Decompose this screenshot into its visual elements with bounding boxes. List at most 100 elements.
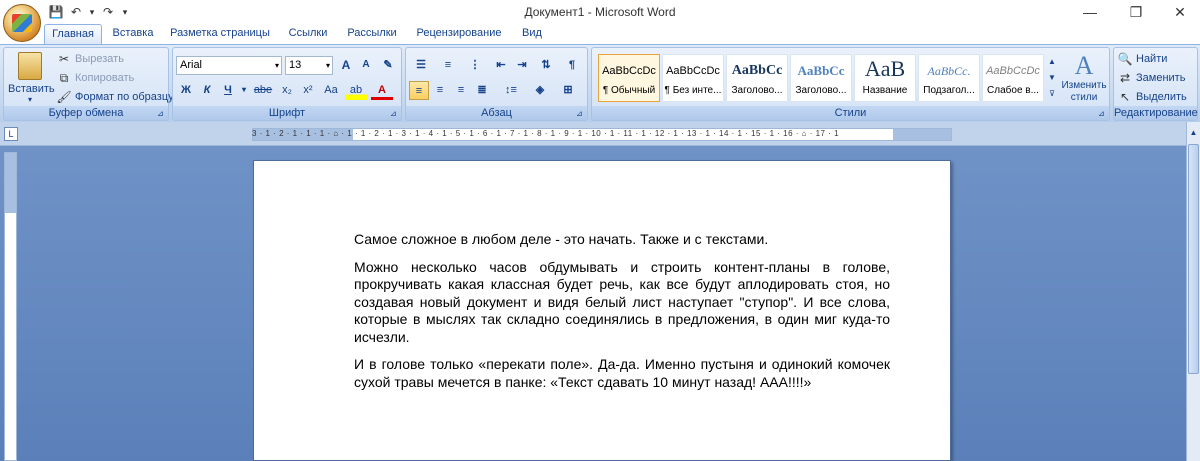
editing-group-label: Редактирование: [1114, 106, 1198, 120]
tab-view[interactable]: Вид: [514, 24, 550, 44]
underline-dropdown-icon[interactable]: ▾: [239, 81, 249, 100]
vertical-scrollbar[interactable]: ▲: [1186, 122, 1200, 461]
tab-references[interactable]: Ссылки: [280, 24, 336, 44]
highlight-button[interactable]: ab: [345, 81, 367, 100]
style-title[interactable]: AaB Название: [854, 54, 916, 102]
font-size-box[interactable]: 13 ▾: [285, 56, 333, 75]
document-page[interactable]: Самое сложное в любом деле - это начать.…: [253, 160, 951, 461]
replace-icon: ⇄: [1119, 71, 1131, 85]
gallery-scroll[interactable]: ▲ ▼ ⊽: [1046, 54, 1058, 102]
shrink-font-button[interactable]: A: [356, 56, 376, 75]
increase-indent-icon[interactable]: ⇥: [512, 56, 532, 75]
close-button[interactable]: ✕: [1166, 2, 1194, 22]
align-left-icon[interactable]: ≡: [409, 81, 429, 100]
style-name: ¶ Без инте...: [664, 85, 722, 96]
style-name: ¶ Обычный: [602, 85, 656, 96]
style-sample: AaB: [864, 56, 906, 81]
clipboard-group-label: Буфер обмена: [4, 106, 168, 120]
style-name: Заголово...: [795, 85, 847, 96]
paragraph-launcher-icon[interactable]: ⊿: [576, 109, 585, 118]
borders-icon[interactable]: ⊞: [556, 81, 580, 100]
minimize-button[interactable]: —: [1076, 2, 1104, 22]
scroll-up-icon[interactable]: ▲: [1188, 126, 1199, 140]
title-bar: 💾 ↶ ▾ ↷ ▾ Документ1 - Microsoft Word — ❐…: [0, 0, 1200, 24]
format-painter-button[interactable]: 🖌 Формат по образцу: [56, 88, 174, 106]
tab-page-layout[interactable]: Разметка страницы: [164, 24, 276, 44]
align-right-icon[interactable]: ≡: [451, 81, 471, 100]
ruler-numbers: 3 · 1 · 2 · 1 · 1 · 1 · ⌂ · 1 · 1 · 2 · …: [252, 129, 840, 138]
change-case-button[interactable]: Aa: [319, 81, 343, 100]
style-name: Подзагол...: [923, 85, 975, 96]
style-name: Название: [862, 85, 908, 96]
style-sample: AaBbCcDc: [986, 65, 1040, 77]
change-styles-label: Изменить стили: [1061, 80, 1107, 103]
numbering-icon[interactable]: ≡: [436, 56, 460, 75]
select-button[interactable]: ↖ Выделить: [1117, 88, 1187, 106]
style-no-spacing[interactable]: AaBbCcDc ¶ Без инте...: [662, 54, 724, 102]
tab-insert[interactable]: Вставка: [104, 24, 162, 44]
multilevel-list-icon[interactable]: ⋮: [463, 56, 487, 75]
cut-button[interactable]: ✂ Вырезать: [56, 50, 124, 68]
grow-font-button[interactable]: A: [336, 56, 356, 75]
styles-group: AaBbCcDc ¶ Обычный AaBbCcDc ¶ Без инте... …: [591, 47, 1110, 121]
paste-dropdown-icon: ▾: [27, 95, 32, 104]
paragraph-2[interactable]: Можно несколько часов обдумывать и строи…: [354, 259, 890, 347]
font-launcher-icon[interactable]: ⊿: [390, 109, 399, 118]
paragraph-1[interactable]: Самое сложное в любом деле - это начать.…: [354, 231, 890, 249]
font-name-box[interactable]: Arial ▾: [176, 56, 282, 75]
font-group-label: Шрифт: [173, 106, 401, 120]
subscript-button[interactable]: x₂: [277, 81, 297, 100]
justify-icon[interactable]: ≣: [472, 81, 492, 100]
office-button[interactable]: [3, 4, 41, 42]
style-name: Заголово...: [731, 85, 783, 96]
clipboard-group: Вставить ▾ ✂ Вырезать ⧉ Копировать 🖌 Формат…: [3, 47, 174, 121]
scroll-thumb[interactable]: [1188, 144, 1199, 374]
style-normal[interactable]: AaBbCcDc ¶ Обычный: [598, 54, 660, 102]
find-button[interactable]: 🔍 Найти: [1117, 50, 1168, 68]
font-color-button[interactable]: A: [371, 81, 393, 100]
maximize-button[interactable]: ❐: [1122, 2, 1150, 22]
copy-label: Копировать: [75, 72, 135, 84]
style-sample: AaBbCcDc: [602, 65, 656, 77]
window-title: Документ1 - Microsoft Word: [524, 5, 676, 19]
style-subtitle[interactable]: AaBbCc. Подзагол...: [918, 54, 980, 102]
tab-mailings[interactable]: Рассылки: [340, 24, 404, 44]
shading-icon[interactable]: ◈: [528, 81, 552, 100]
tab-selector-button[interactable]: L: [4, 127, 18, 141]
strikethrough-button[interactable]: abe: [251, 81, 275, 100]
vertical-ruler[interactable]: [4, 152, 17, 461]
paste-button[interactable]: Вставить ▾: [8, 50, 55, 106]
clear-format-icon[interactable]: ✎: [378, 56, 398, 75]
decrease-indent-icon[interactable]: ⇤: [491, 56, 511, 75]
bullets-icon[interactable]: ☰: [409, 56, 433, 75]
change-styles-button[interactable]: A Изменить стили: [1060, 52, 1108, 106]
tab-review[interactable]: Рецензирование: [408, 24, 510, 44]
cursor-icon: ↖: [1119, 90, 1131, 104]
superscript-button[interactable]: x²: [298, 81, 318, 100]
editing-group: 🔍 Найти ⇄ Заменить ↖ Выделить Редактировани…: [1113, 47, 1198, 121]
format-painter-label: Формат по образцу: [75, 91, 174, 103]
show-marks-button[interactable]: ¶: [562, 56, 582, 75]
document-body[interactable]: Самое сложное в любом деле - это начать.…: [354, 231, 890, 401]
copy-button[interactable]: ⧉ Копировать: [56, 69, 135, 87]
styles-launcher-icon[interactable]: ⊿: [1098, 109, 1107, 118]
style-heading-2[interactable]: AaBbCc Заголово...: [790, 54, 852, 102]
font-group: Arial ▾ 13 ▾ A A ✎ Ж К Ч ▾ abe x₂ x² Aa ab…: [172, 47, 402, 121]
sort-icon[interactable]: ⇅: [536, 56, 556, 75]
styles-group-label: Стили: [592, 106, 1109, 120]
replace-button[interactable]: ⇄ Заменить: [1117, 69, 1185, 87]
tab-home[interactable]: Главная: [44, 24, 102, 44]
style-subtle-emphasis[interactable]: AaBbCcDc Слабое в...: [982, 54, 1044, 102]
paragraph-3[interactable]: И в голове только «перекати поле». Да-да…: [354, 356, 890, 391]
italic-button[interactable]: К: [197, 81, 217, 100]
chevron-down-icon: ▾: [274, 61, 279, 70]
underline-button[interactable]: Ч: [218, 81, 238, 100]
align-center-icon[interactable]: ≡: [430, 81, 450, 100]
select-label: Выделить: [1136, 91, 1187, 103]
find-label: Найти: [1136, 53, 1168, 65]
clipboard-launcher-icon[interactable]: ⊿: [157, 109, 166, 118]
line-spacing-icon[interactable]: ↕≡: [498, 81, 524, 100]
cut-label: Вырезать: [75, 53, 124, 65]
bold-button[interactable]: Ж: [176, 81, 196, 100]
style-heading-1[interactable]: AaBbCc Заголово...: [726, 54, 788, 102]
